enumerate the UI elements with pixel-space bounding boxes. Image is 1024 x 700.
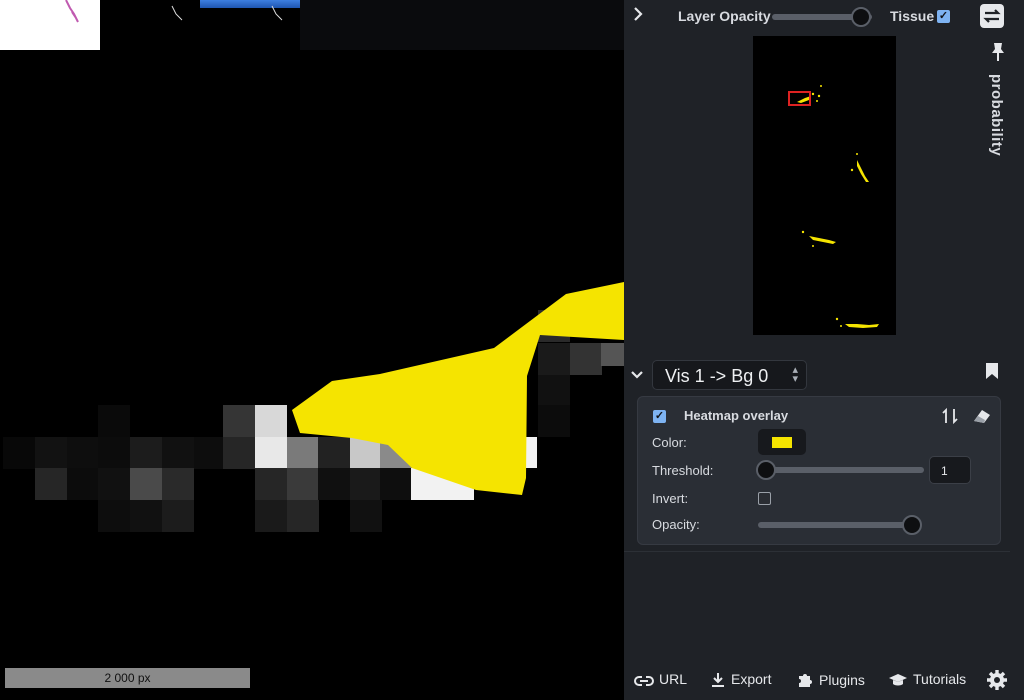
opacity-slider[interactable] xyxy=(758,522,918,528)
puzzle-icon xyxy=(799,674,812,687)
tutorials-label: Tutorials xyxy=(913,671,967,687)
image-tile xyxy=(255,405,287,437)
export-button[interactable]: Export xyxy=(710,671,771,688)
image-tile xyxy=(67,468,99,500)
threshold-label: Threshold: xyxy=(652,463,714,478)
image-tile xyxy=(538,343,570,375)
url-button[interactable]: URL xyxy=(634,671,687,688)
image-tile xyxy=(287,500,319,532)
invert-label: Invert: xyxy=(652,491,689,506)
image-tile xyxy=(350,468,382,500)
image-tile xyxy=(570,343,602,375)
plugins-button[interactable]: Plugins xyxy=(796,671,865,689)
image-tile xyxy=(287,437,319,469)
export-label: Export xyxy=(731,671,772,687)
image-viewer[interactable]: 2 000 px xyxy=(0,0,624,700)
layer-opacity-label: Layer Opacity xyxy=(678,8,771,24)
image-tile xyxy=(318,437,350,469)
chevron-down-icon[interactable] xyxy=(630,368,644,384)
tissue-checkbox[interactable]: ✓ xyxy=(937,10,950,23)
threshold-slider[interactable] xyxy=(760,467,924,473)
heatmap-enable-checkbox[interactable]: ✓ xyxy=(653,410,666,423)
color-label: Color: xyxy=(652,435,687,450)
image-tile xyxy=(287,468,319,500)
image-tile xyxy=(3,437,35,469)
image-tile xyxy=(255,500,287,532)
image-tile xyxy=(223,437,255,469)
image-tile xyxy=(162,468,194,500)
image-tile xyxy=(538,375,570,407)
chevron-right-icon[interactable] xyxy=(632,6,644,25)
image-tile xyxy=(318,468,350,500)
image-tile xyxy=(162,500,194,532)
heatmap-overlay-card: ✓ Heatmap overlay Color: Threshold: 1 In… xyxy=(637,396,1001,545)
image-tile xyxy=(350,500,382,532)
tutorials-button[interactable]: Tutorials xyxy=(888,671,966,688)
scale-bar: 2 000 px xyxy=(5,668,250,688)
image-tile xyxy=(601,343,624,366)
tissue-label: Tissue xyxy=(890,8,935,24)
gear-icon[interactable] xyxy=(986,669,1013,691)
select-arrows-icon: ▴ ▾ xyxy=(792,364,798,385)
heatmap-tiles xyxy=(3,5,624,532)
side-panel: Layer Opacity Tissue ✓ probability Vis 1… xyxy=(624,0,1024,700)
threshold-slider-thumb[interactable] xyxy=(756,460,776,480)
image-tile xyxy=(35,468,67,500)
image-tile xyxy=(380,468,412,500)
opacity-slider-thumb[interactable] xyxy=(902,515,922,535)
image-tile xyxy=(98,500,130,532)
swap-layers-icon[interactable] xyxy=(980,4,1004,28)
visualization-select-value: Vis 1 -> Bg 0 xyxy=(665,366,769,386)
bottom-toolbar: URL Export Plugins Tutorials xyxy=(624,664,1024,698)
color-swatch xyxy=(772,437,792,448)
plugins-label: Plugins xyxy=(819,672,865,688)
divider xyxy=(624,551,1010,552)
layer-opacity-slider-thumb[interactable] xyxy=(851,7,871,27)
image-tile xyxy=(98,468,130,500)
link-icon xyxy=(634,676,654,686)
image-tile xyxy=(538,405,570,437)
image-tile xyxy=(255,437,287,469)
image-tile xyxy=(194,437,226,469)
pin-icon[interactable] xyxy=(990,42,1006,62)
image-tile xyxy=(130,500,162,532)
color-picker[interactable] xyxy=(758,429,806,455)
image-tile xyxy=(98,405,130,437)
opacity-label: Opacity: xyxy=(652,517,700,532)
bookmark-icon[interactable] xyxy=(985,362,999,380)
navigator-overview[interactable] xyxy=(753,36,896,335)
eraser-icon[interactable] xyxy=(972,407,992,430)
invert-checkbox[interactable] xyxy=(758,492,771,505)
probability-label: probability xyxy=(988,74,1005,157)
url-label: URL xyxy=(659,671,688,687)
image-tile xyxy=(162,437,194,469)
overview-viewport-box[interactable] xyxy=(788,91,811,106)
graduation-cap-icon xyxy=(889,674,907,686)
image-tile xyxy=(223,405,255,437)
sort-icon[interactable] xyxy=(942,407,958,430)
visualization-select[interactable]: Vis 1 -> Bg 0 ▴ ▾ xyxy=(652,360,807,390)
image-tile xyxy=(130,468,162,500)
image-tile xyxy=(255,468,287,500)
image-tile xyxy=(67,437,99,469)
threshold-input[interactable]: 1 xyxy=(929,456,971,484)
image-tile xyxy=(130,437,162,469)
heatmap-title: Heatmap overlay xyxy=(684,408,789,423)
download-icon xyxy=(712,673,724,687)
image-tile xyxy=(98,437,130,469)
image-tile xyxy=(35,437,67,469)
